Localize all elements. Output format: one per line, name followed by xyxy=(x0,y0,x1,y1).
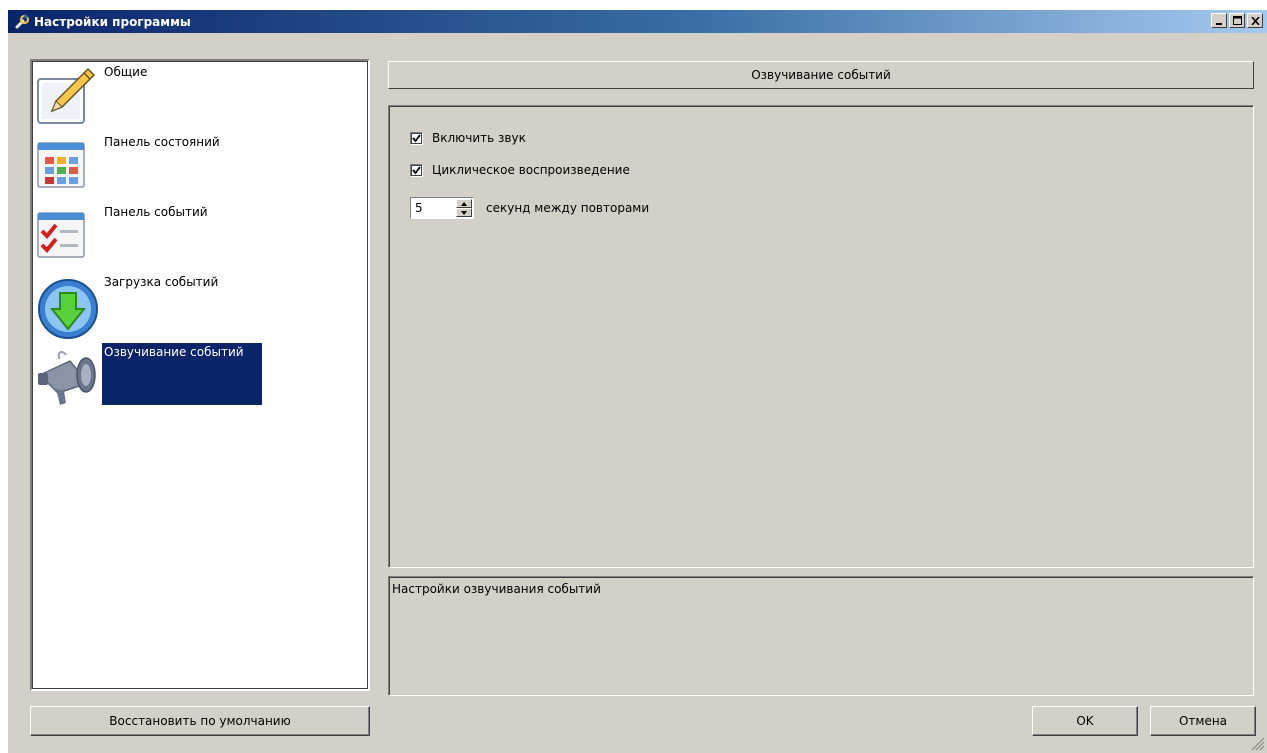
nav-item-label-selected: Озвучивание событий xyxy=(102,343,262,405)
wrench-icon xyxy=(13,13,31,31)
nav-item-event-sound[interactable]: Озвучивание событий xyxy=(32,341,368,413)
settings-content-panel: Включить звук Циклическое воспроизведени… xyxy=(388,105,1254,568)
spin-down-button[interactable] xyxy=(456,208,472,217)
enable-sound-checkbox[interactable] xyxy=(410,131,423,145)
section-header: Озвучивание событий xyxy=(388,61,1254,89)
loop-playback-label: Циклическое воспроизведение xyxy=(432,163,630,177)
nav-item-label: Общие xyxy=(104,65,148,79)
nav-item-label: Загрузка событий xyxy=(104,275,219,289)
nav-item-general[interactable]: Общие xyxy=(32,63,368,135)
repeat-interval-stepper[interactable]: 5 xyxy=(410,197,474,219)
maximize-button[interactable] xyxy=(1229,13,1245,28)
title-bar[interactable]: Настройки программы xyxy=(8,10,1267,33)
status-panel-icon xyxy=(36,135,100,199)
cancel-button[interactable]: Отмена xyxy=(1150,706,1256,736)
nav-item-status-panel[interactable]: Панель состояний xyxy=(32,133,368,205)
nav-item-event-loading[interactable]: Загрузка событий xyxy=(32,273,368,345)
repeat-interval-label: секунд между повторами xyxy=(486,201,650,215)
pencil-icon xyxy=(36,65,100,129)
nav-item-label: Панель состояний xyxy=(104,135,220,149)
spin-up-button[interactable] xyxy=(456,199,472,208)
settings-category-list[interactable]: Общие Панель состояний Панель событий За… xyxy=(30,59,370,691)
loop-playback-checkbox[interactable] xyxy=(410,163,423,177)
ok-button[interactable]: OK xyxy=(1032,706,1138,736)
settings-window: Настройки программы Общие Панель состоян… xyxy=(8,10,1267,753)
description-text: Настройки озвучивания событий xyxy=(389,577,1253,695)
download-globe-icon xyxy=(36,275,100,339)
event-panel-icon xyxy=(36,205,100,269)
close-button[interactable] xyxy=(1247,13,1263,28)
resize-grip-icon[interactable] xyxy=(1251,737,1265,751)
enable-sound-row[interactable]: Включить звук xyxy=(410,131,526,145)
repeat-interval-row: 5 секунд между повторами xyxy=(410,197,649,219)
window-title: Настройки программы xyxy=(34,14,191,29)
restore-defaults-button[interactable]: Восстановить по умолчанию xyxy=(30,706,370,736)
minimize-button[interactable] xyxy=(1211,13,1227,28)
megaphone-icon xyxy=(36,345,100,409)
nav-item-label: Панель событий xyxy=(104,205,208,219)
description-panel: Настройки озвучивания событий xyxy=(388,576,1254,696)
repeat-interval-value[interactable]: 5 xyxy=(415,201,423,215)
loop-playback-row[interactable]: Циклическое воспроизведение xyxy=(410,163,630,177)
nav-item-event-panel[interactable]: Панель событий xyxy=(32,203,368,275)
enable-sound-label: Включить звук xyxy=(432,131,526,145)
